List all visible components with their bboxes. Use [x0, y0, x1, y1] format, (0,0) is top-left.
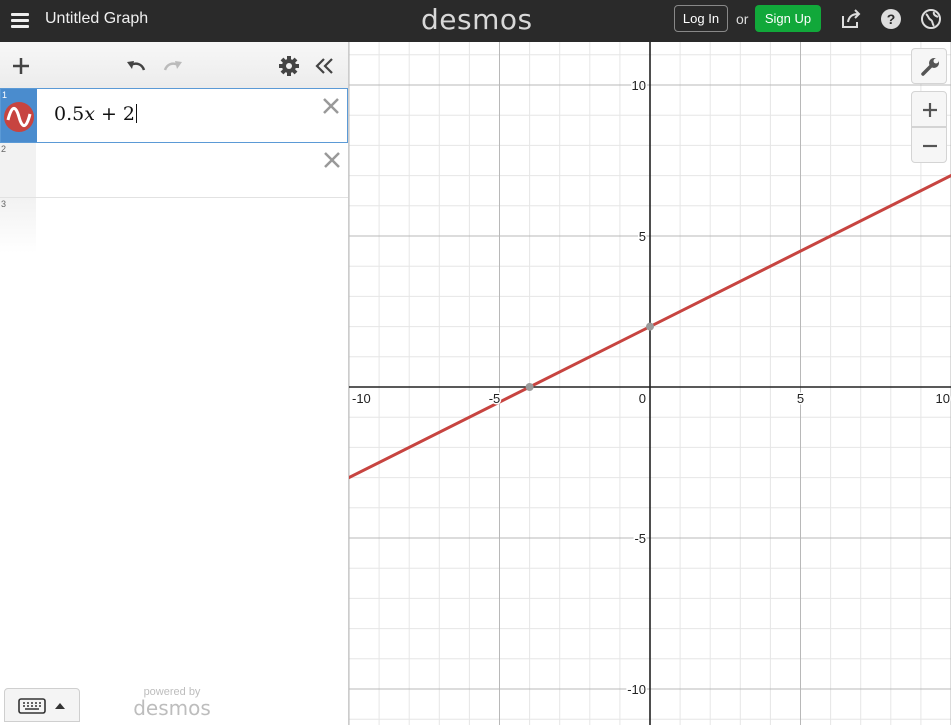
keyboard-icon	[18, 698, 65, 714]
graph-settings-button[interactable]	[911, 48, 947, 84]
expression-tab[interactable]: 1	[1, 89, 37, 142]
expression-row-2[interactable]: 2	[0, 143, 348, 198]
or-label: or	[736, 11, 749, 27]
zoom-out-button[interactable]	[911, 127, 947, 163]
delete-expression-icon[interactable]	[322, 97, 340, 115]
header-bar: Untitled Graph desmos Log In or Sign Up …	[0, 0, 951, 42]
expression-input[interactable]: 0.5x + 2	[54, 103, 138, 125]
delete-expression-icon[interactable]	[323, 151, 341, 169]
redo-icon[interactable]	[161, 54, 185, 78]
graph-canvas[interactable]: -10 -5 0 5 10 10 5 -5 -10	[349, 42, 951, 725]
y-tick-label: -5	[634, 531, 646, 546]
expression-number: 3	[1, 199, 7, 209]
curve-color-icon[interactable]	[4, 102, 34, 132]
graph-title[interactable]: Untitled Graph	[45, 10, 148, 28]
zoom-in-button[interactable]	[911, 91, 947, 127]
footer-brand: desmos	[133, 696, 211, 720]
help-icon[interactable]: ?	[880, 8, 902, 30]
x-tick-label: -10	[352, 391, 371, 406]
y-tick-label: 5	[639, 229, 646, 244]
expression-tab[interactable]: 3	[0, 198, 36, 253]
expression-tab[interactable]: 2	[0, 143, 36, 197]
y-tick-label: 10	[632, 78, 646, 93]
x-tick-label: 10	[936, 391, 950, 406]
expression-toolbar	[0, 42, 348, 89]
graph-paper[interactable]: -10 -5 0 5 10 10 5 -5 -10	[349, 42, 951, 725]
point-of-interest	[525, 383, 534, 391]
sign-up-button[interactable]: Sign Up	[755, 5, 821, 32]
point-of-interest	[646, 322, 654, 331]
expression-number: 2	[1, 144, 7, 154]
minus-icon	[923, 144, 937, 148]
x-tick-label: -5	[489, 391, 501, 406]
x-tick-label: 5	[797, 391, 804, 406]
desmos-logo: desmos	[421, 3, 533, 36]
powered-by-desmos: powered by desmos	[132, 686, 212, 718]
y-tick-label: -10	[627, 682, 646, 697]
expression-row-3[interactable]: 3	[0, 198, 348, 253]
expression-row-1[interactable]: 1 0.5x + 2	[0, 88, 348, 143]
svg-text:?: ?	[887, 11, 896, 27]
undo-icon[interactable]	[124, 54, 148, 78]
expression-number: 1	[2, 90, 8, 100]
menu-icon[interactable]	[10, 10, 30, 30]
keyboard-toggle-button[interactable]	[4, 688, 80, 722]
log-in-button[interactable]: Log In	[674, 5, 728, 32]
collapse-panel-icon[interactable]	[313, 54, 337, 78]
plus-icon	[923, 103, 937, 117]
add-item-icon[interactable]	[9, 54, 33, 78]
x-tick-label: 0	[639, 391, 646, 406]
expression-panel: 1 0.5x + 2 2 3 powered by desmos	[0, 42, 349, 725]
settings-gear-icon[interactable]	[277, 54, 301, 78]
share-icon[interactable]	[840, 8, 862, 30]
language-globe-icon[interactable]	[920, 8, 942, 30]
wrench-icon	[921, 58, 939, 76]
